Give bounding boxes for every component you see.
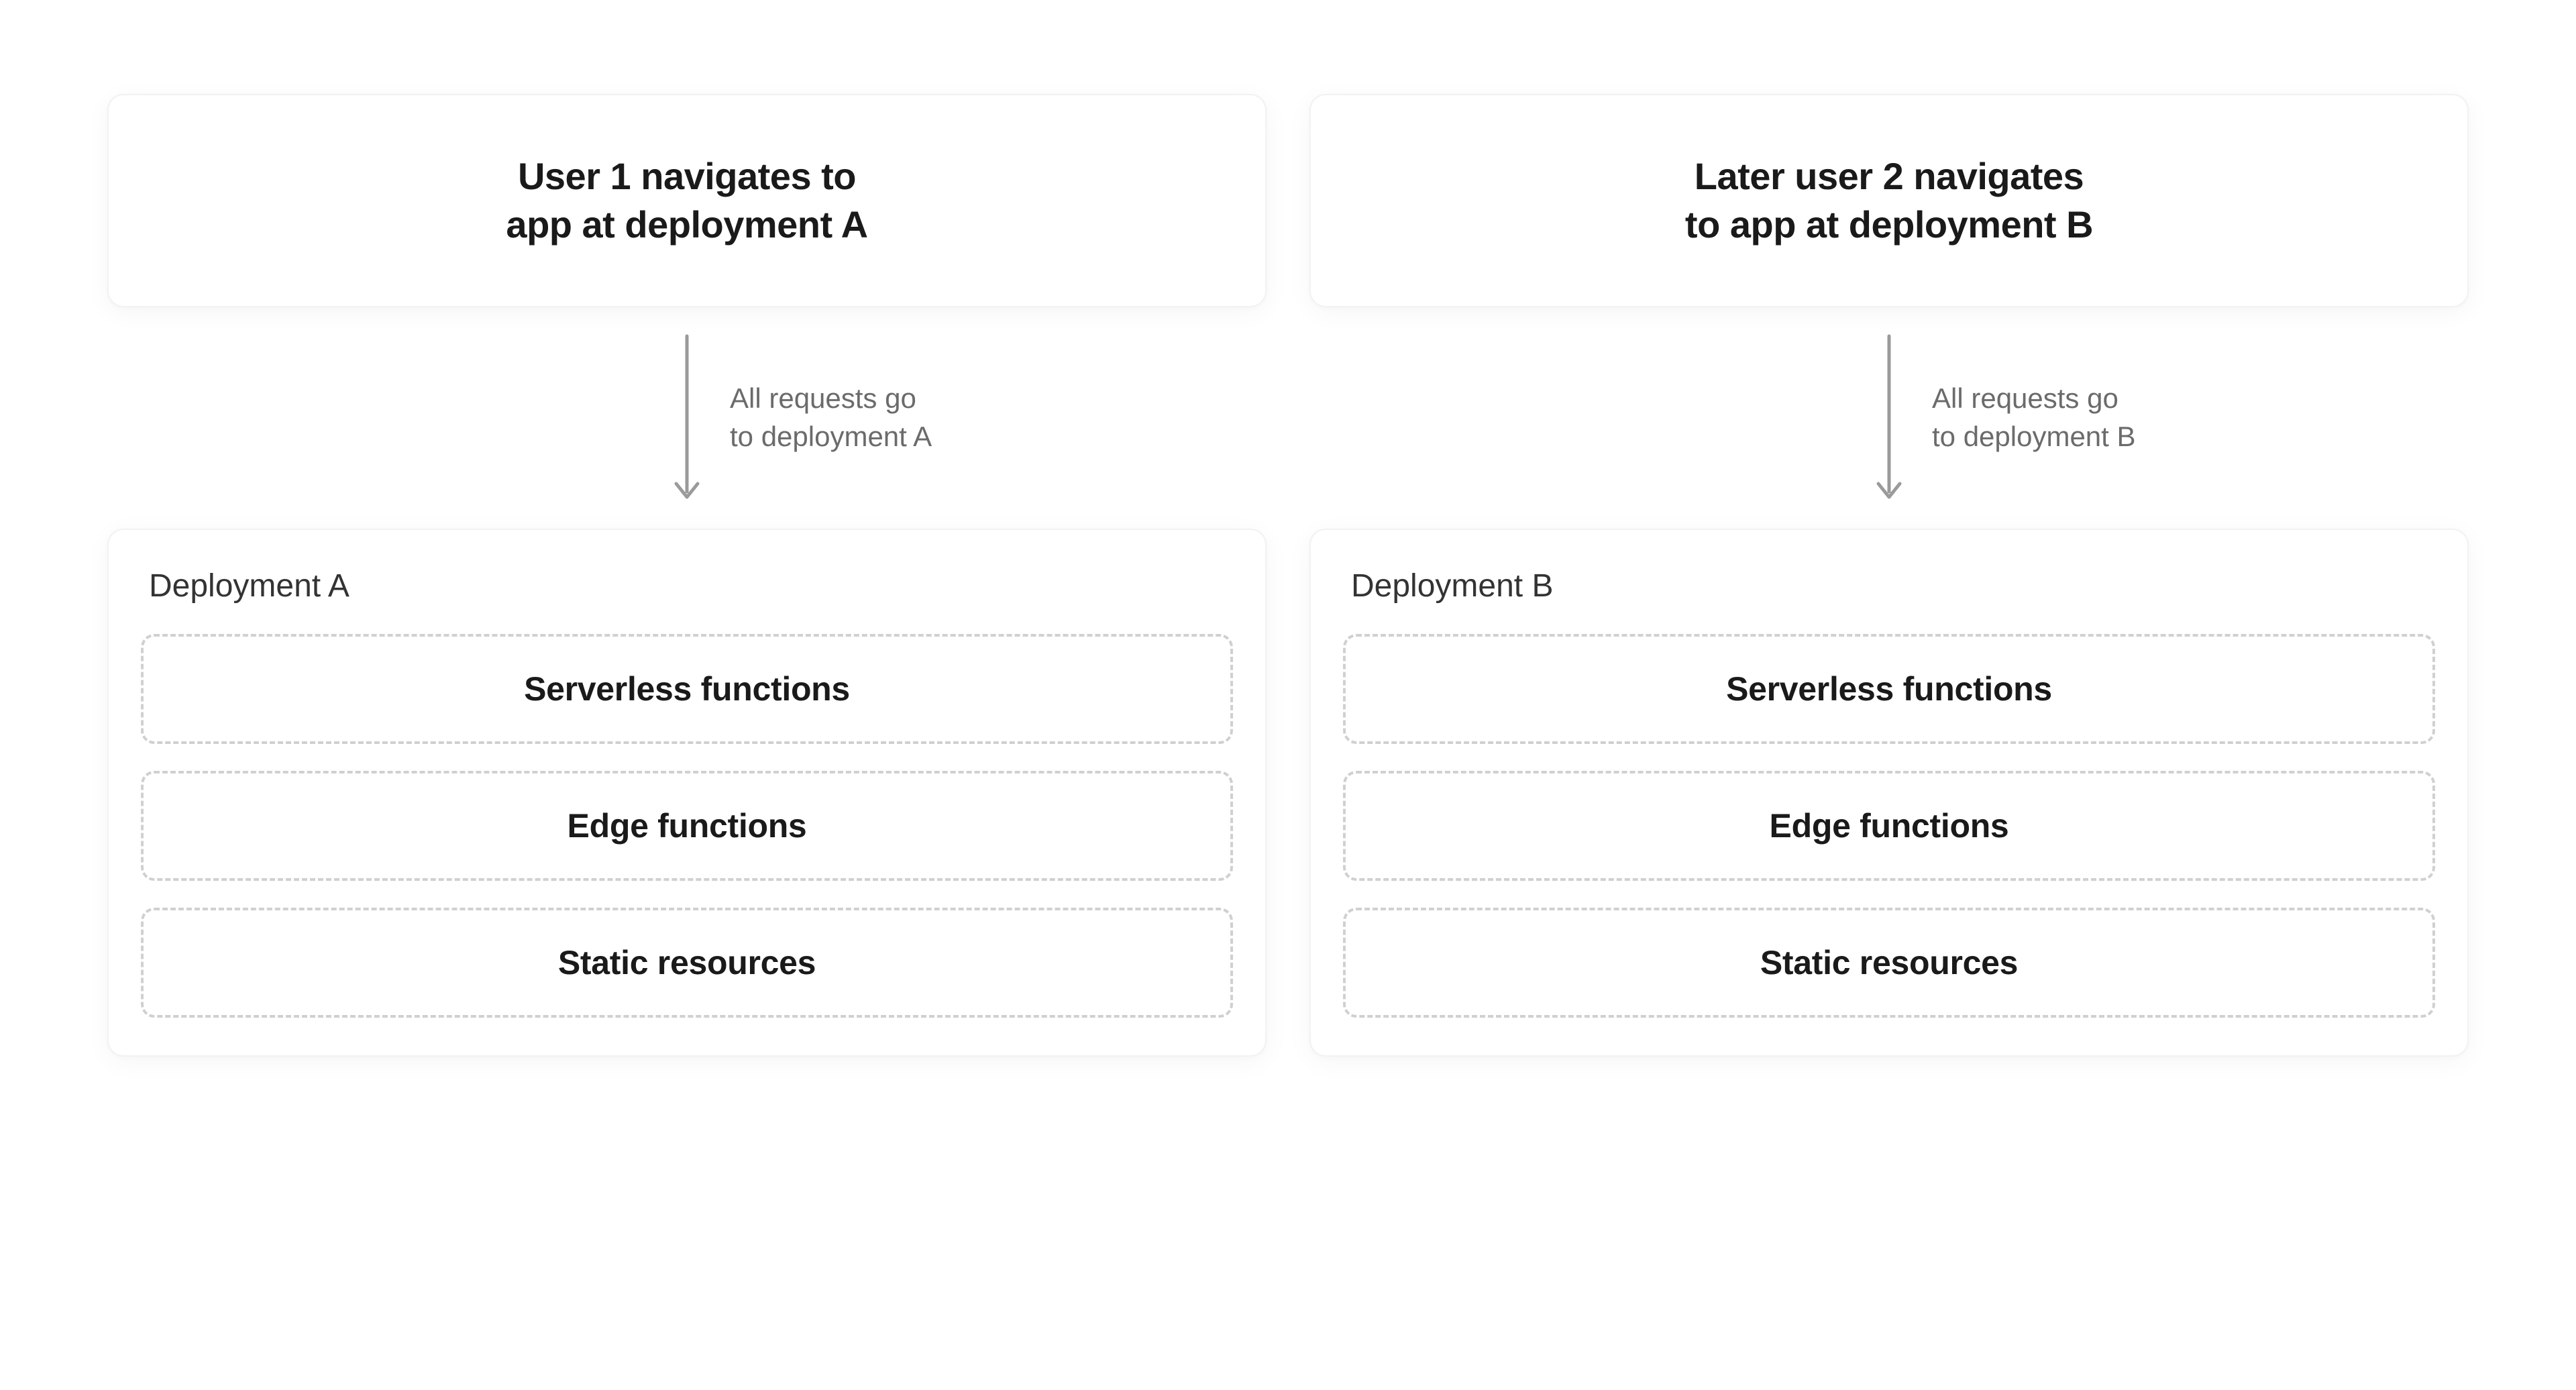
column-deployment-a: User 1 navigates toapp at deployment A A… <box>107 94 1267 1057</box>
deployment-title: Deployment A <box>149 568 1233 604</box>
resource-list: Serverless functions Edge functions Stat… <box>1343 634 2435 1018</box>
resource-static: Static resources <box>1343 908 2435 1018</box>
arrow-label: All requests goto deployment B <box>1932 380 2227 456</box>
user-card-text: Later user 2 navigatesto app at deployme… <box>1685 152 2093 248</box>
arrow-row-b: All requests goto deployment B <box>1309 307 2469 529</box>
arrow-row-a: All requests goto deployment A <box>107 307 1267 529</box>
arrow-label: All requests goto deployment A <box>730 380 1025 456</box>
resource-label: Static resources <box>558 943 816 982</box>
user-card-b: Later user 2 navigatesto app at deployme… <box>1309 94 2469 307</box>
resource-edge: Edge functions <box>1343 771 2435 881</box>
user-card-a: User 1 navigates toapp at deployment A <box>107 94 1267 307</box>
resource-label: Serverless functions <box>1726 670 2052 708</box>
resource-list: Serverless functions Edge functions Stat… <box>141 634 1233 1018</box>
arrow-down-icon <box>1873 331 1905 505</box>
user-card-text: User 1 navigates toapp at deployment A <box>506 152 867 248</box>
resource-serverless: Serverless functions <box>141 634 1233 744</box>
resource-label: Edge functions <box>1770 806 2009 845</box>
resource-label: Static resources <box>1760 943 2018 982</box>
deployment-card-b: Deployment B Serverless functions Edge f… <box>1309 529 2469 1057</box>
column-deployment-b: Later user 2 navigatesto app at deployme… <box>1309 94 2469 1057</box>
deployment-card-a: Deployment A Serverless functions Edge f… <box>107 529 1267 1057</box>
arrow-down-icon <box>671 331 703 505</box>
resource-static: Static resources <box>141 908 1233 1018</box>
resource-serverless: Serverless functions <box>1343 634 2435 744</box>
diagram-container: User 1 navigates toapp at deployment A A… <box>107 94 2469 1057</box>
deployment-title: Deployment B <box>1351 568 2435 604</box>
resource-edge: Edge functions <box>141 771 1233 881</box>
resource-label: Edge functions <box>568 806 807 845</box>
resource-label: Serverless functions <box>524 670 850 708</box>
